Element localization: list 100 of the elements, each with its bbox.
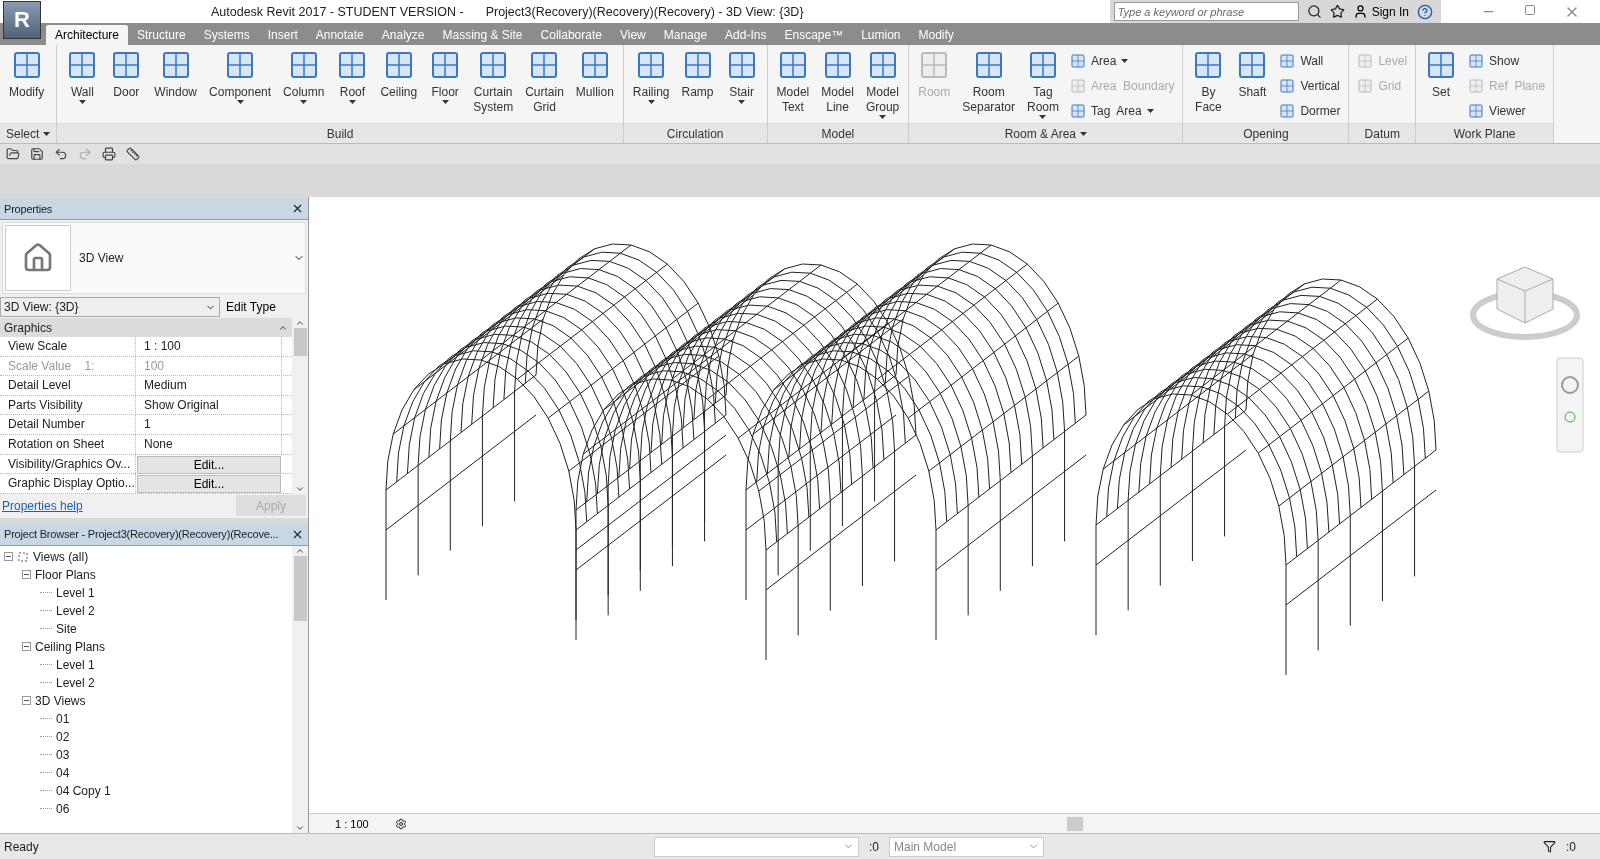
property-value[interactable]: None — [136, 434, 282, 454]
ribbon-tool-button[interactable]: Curtain Grid — [520, 49, 569, 115]
ribbon-tool-button[interactable]: Viewer — [1464, 101, 1550, 121]
ribbon-tool-button[interactable]: Stair — [720, 49, 763, 104]
navigation-bar[interactable] — [1556, 357, 1584, 453]
tree-item[interactable]: Floor Plans — [35, 567, 96, 582]
maximize-icon[interactable] — [1524, 3, 1536, 16]
ribbon-tool-button[interactable]: Tag Area — [1066, 101, 1179, 121]
sign-in-button[interactable]: Sign In — [1352, 4, 1409, 19]
view-scale-button[interactable]: 1 : 100 — [329, 816, 375, 831]
save-icon[interactable] — [30, 147, 44, 161]
expander-icon[interactable] — [4, 552, 13, 562]
panel-title[interactable]: Model — [767, 123, 909, 143]
property-value[interactable]: Medium — [136, 376, 282, 396]
ribbon-tool-button[interactable]: Tag Room — [1022, 49, 1064, 119]
ribbon-tool-button[interactable]: Curtain System — [468, 49, 519, 115]
ribbon-tool-button[interactable]: Model Group — [860, 49, 905, 119]
tree-item[interactable]: 01 — [56, 711, 70, 726]
ribbon-tool-button[interactable]: Show — [1464, 51, 1550, 71]
edit-button[interactable]: Edit... — [137, 455, 281, 474]
ruler-icon[interactable] — [126, 147, 140, 161]
printer-icon[interactable] — [102, 147, 116, 161]
properties-help-link[interactable]: Properties help — [2, 498, 83, 513]
ribbon-tool-button[interactable]: Wall — [1275, 51, 1345, 71]
ribbon-tool-button[interactable]: Model Text — [771, 49, 815, 115]
property-value[interactable]: Show Original — [136, 395, 282, 415]
tree-item[interactable]: 3D Views — [35, 693, 86, 708]
tree-item[interactable]: 04 Copy 1 — [56, 783, 111, 798]
group-header[interactable]: Graphics — [0, 318, 292, 337]
settings-icon[interactable] — [394, 817, 407, 830]
scrollbar-thumb[interactable] — [1066, 816, 1083, 831]
panel-title[interactable]: Build — [57, 123, 623, 143]
expander-icon[interactable] — [22, 570, 31, 580]
ribbon-tab[interactable]: Architecture — [46, 25, 129, 45]
panel-title[interactable]: Room & Area — [909, 123, 1183, 143]
panel-title[interactable]: Select — [0, 123, 57, 143]
help-icon[interactable] — [1417, 3, 1433, 20]
ribbon-tool-button[interactable]: Ceiling — [375, 49, 423, 100]
tree-item[interactable]: 02 — [56, 729, 70, 744]
ribbon-tool-button[interactable]: Vertical — [1275, 76, 1345, 96]
panel-title[interactable]: Datum — [1349, 123, 1416, 143]
scrollbar-thumb[interactable] — [293, 328, 307, 356]
tree-item[interactable]: Site — [56, 621, 77, 636]
property-value[interactable]: 1 : 100 — [136, 337, 282, 356]
panel-title[interactable]: Work Plane — [1416, 123, 1554, 143]
ribbon-tool-button[interactable]: Mullion — [570, 49, 619, 100]
caret-icon — [441, 100, 449, 104]
tree-item[interactable]: 04 — [56, 765, 70, 780]
panel-title[interactable]: Opening — [1183, 123, 1349, 143]
ribbon-tool-button[interactable]: Room Separator — [957, 49, 1020, 115]
ribbon-tool-button[interactable]: Model Line — [816, 49, 859, 115]
application-menu-button[interactable]: R — [3, 1, 41, 39]
ribbon-tool-button[interactable]: Dormer — [1275, 101, 1345, 121]
workset-field[interactable] — [654, 836, 859, 857]
ribbon-tool-button[interactable]: Roof — [331, 49, 374, 104]
ribbon-tool-button[interactable]: Door — [105, 49, 148, 100]
tree-item[interactable]: 03 — [56, 747, 70, 762]
ribbon-tool-button[interactable]: Window — [149, 49, 203, 100]
ribbon-tool-button[interactable]: Set — [1420, 49, 1463, 100]
tree-item[interactable]: Level 2 — [56, 603, 95, 618]
scrollbar[interactable] — [292, 545, 308, 833]
panel-title[interactable]: Circulation — [623, 123, 767, 143]
ribbon-tool-button[interactable]: Wall — [61, 49, 104, 104]
edit-type-button[interactable]: Edit Type — [220, 299, 282, 315]
type-selector[interactable]: 3D View — [2, 222, 306, 294]
ribbon-tool-button[interactable]: Component — [204, 49, 277, 104]
ribbon-tool-button[interactable]: Ramp — [676, 49, 719, 100]
ribbon-tool-button[interactable]: Column — [278, 49, 330, 104]
ribbon-tool-button[interactable]: Modify — [4, 49, 50, 100]
tree-item[interactable]: Ceiling Plans — [35, 639, 106, 654]
close-icon[interactable] — [291, 202, 304, 215]
edit-button[interactable]: Edit... — [137, 475, 281, 494]
tree-item[interactable]: Views (all) — [33, 549, 89, 564]
tree-item[interactable]: Level 1 — [56, 657, 95, 672]
tree-item[interactable]: 06 — [56, 801, 70, 816]
open-icon[interactable] — [6, 147, 20, 161]
scroll-down-icon[interactable] — [295, 823, 305, 833]
filter-icon[interactable] — [1543, 840, 1556, 853]
scrollbar-thumb[interactable] — [293, 555, 307, 621]
expander-icon[interactable] — [22, 642, 31, 652]
ribbon-tool-button[interactable]: By Face — [1187, 49, 1230, 115]
tool-icon — [1279, 103, 1296, 119]
search-field[interactable]: Type a keyword or phrase — [1113, 2, 1299, 21]
scroll-up-icon[interactable] — [295, 318, 305, 328]
star-icon[interactable] — [1329, 4, 1345, 19]
view-selector[interactable]: 3D View: {3D} — [0, 297, 220, 317]
ribbon-tool-button[interactable]: Floor — [424, 49, 467, 104]
property-value[interactable]: 1 — [136, 415, 282, 435]
tree-item[interactable]: Level 2 — [56, 675, 95, 690]
ribbon-tool-button[interactable]: Area — [1066, 51, 1179, 71]
design-option-field[interactable]: Main Model — [889, 836, 1044, 857]
ribbon-tool-button[interactable]: Railing — [627, 49, 675, 104]
caret-icon — [647, 100, 655, 104]
3d-viewport[interactable]: 1 : 100 — [308, 197, 1600, 833]
scrollbar[interactable] — [292, 318, 308, 494]
undo-icon[interactable] — [54, 147, 68, 161]
tree-item[interactable]: Level 1 — [56, 585, 95, 600]
search-icon[interactable] — [1306, 4, 1322, 19]
ribbon-tool-button[interactable]: Shaft — [1231, 49, 1274, 100]
expander-icon[interactable] — [22, 696, 31, 706]
